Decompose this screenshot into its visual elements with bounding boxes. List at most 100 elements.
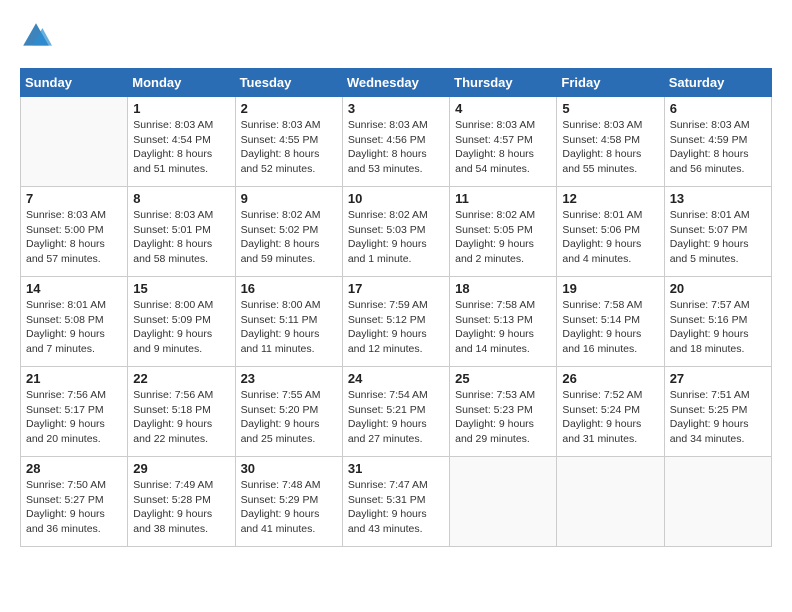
day-number: 5	[562, 101, 658, 116]
day-number: 2	[241, 101, 337, 116]
calendar-cell: 2 Sunrise: 8:03 AM Sunset: 4:55 PM Daylig…	[235, 97, 342, 187]
day-info: Sunrise: 7:57 AM Sunset: 5:16 PM Dayligh…	[670, 298, 766, 357]
calendar-cell	[664, 457, 771, 547]
calendar-cell: 28 Sunrise: 7:50 AM Sunset: 5:27 PM Dayli…	[21, 457, 128, 547]
day-info: Sunrise: 7:59 AM Sunset: 5:12 PM Dayligh…	[348, 298, 444, 357]
weekday-header-wednesday: Wednesday	[342, 69, 449, 97]
day-info: Sunrise: 7:52 AM Sunset: 5:24 PM Dayligh…	[562, 388, 658, 447]
calendar-cell: 22 Sunrise: 7:56 AM Sunset: 5:18 PM Dayli…	[128, 367, 235, 457]
logo	[20, 20, 56, 52]
day-info: Sunrise: 8:03 AM Sunset: 4:58 PM Dayligh…	[562, 118, 658, 177]
calendar-cell: 17 Sunrise: 7:59 AM Sunset: 5:12 PM Dayli…	[342, 277, 449, 367]
calendar-cell: 8 Sunrise: 8:03 AM Sunset: 5:01 PM Daylig…	[128, 187, 235, 277]
day-number: 29	[133, 461, 229, 476]
weekday-header-monday: Monday	[128, 69, 235, 97]
day-number: 24	[348, 371, 444, 386]
calendar-cell	[21, 97, 128, 187]
day-info: Sunrise: 8:03 AM Sunset: 4:54 PM Dayligh…	[133, 118, 229, 177]
day-info: Sunrise: 8:00 AM Sunset: 5:11 PM Dayligh…	[241, 298, 337, 357]
day-number: 20	[670, 281, 766, 296]
day-number: 1	[133, 101, 229, 116]
logo-icon	[20, 20, 52, 52]
calendar-cell: 11Sunrise: 8:02 AM Sunset: 5:05 PM Dayli…	[450, 187, 557, 277]
calendar-cell: 20 Sunrise: 7:57 AM Sunset: 5:16 PM Dayli…	[664, 277, 771, 367]
day-number: 30	[241, 461, 337, 476]
day-number: 31	[348, 461, 444, 476]
day-number: 27	[670, 371, 766, 386]
day-info: Sunrise: 7:56 AM Sunset: 5:17 PM Dayligh…	[26, 388, 122, 447]
day-info: Sunrise: 8:03 AM Sunset: 5:01 PM Dayligh…	[133, 208, 229, 267]
day-number: 4	[455, 101, 551, 116]
day-info: Sunrise: 7:58 AM Sunset: 5:13 PM Dayligh…	[455, 298, 551, 357]
weekday-header-saturday: Saturday	[664, 69, 771, 97]
day-number: 23	[241, 371, 337, 386]
day-number: 14	[26, 281, 122, 296]
day-number: 25	[455, 371, 551, 386]
day-number: 7	[26, 191, 122, 206]
calendar-cell: 14 Sunrise: 8:01 AM Sunset: 5:08 PM Dayli…	[21, 277, 128, 367]
calendar-cell: 10Sunrise: 8:02 AM Sunset: 5:03 PM Dayli…	[342, 187, 449, 277]
day-info: Sunrise: 7:50 AM Sunset: 5:27 PM Dayligh…	[26, 478, 122, 537]
day-number: 26	[562, 371, 658, 386]
day-number: 22	[133, 371, 229, 386]
calendar-cell: 3 Sunrise: 8:03 AM Sunset: 4:56 PM Daylig…	[342, 97, 449, 187]
calendar-cell: 23Sunrise: 7:55 AM Sunset: 5:20 PM Dayli…	[235, 367, 342, 457]
calendar-cell: 27 Sunrise: 7:51 AM Sunset: 5:25 PM Dayli…	[664, 367, 771, 457]
calendar-cell: 4 Sunrise: 8:03 AM Sunset: 4:57 PM Daylig…	[450, 97, 557, 187]
day-number: 13	[670, 191, 766, 206]
day-number: 17	[348, 281, 444, 296]
day-info: Sunrise: 8:01 AM Sunset: 5:06 PM Dayligh…	[562, 208, 658, 267]
day-info: Sunrise: 8:02 AM Sunset: 5:03 PM Dayligh…	[348, 208, 444, 267]
calendar-cell: 25 Sunrise: 7:53 AM Sunset: 5:23 PM Dayli…	[450, 367, 557, 457]
day-number: 8	[133, 191, 229, 206]
calendar-cell: 12 Sunrise: 8:01 AM Sunset: 5:06 PM Dayli…	[557, 187, 664, 277]
day-number: 28	[26, 461, 122, 476]
day-info: Sunrise: 7:53 AM Sunset: 5:23 PM Dayligh…	[455, 388, 551, 447]
calendar-cell: 13 Sunrise: 8:01 AM Sunset: 5:07 PM Dayli…	[664, 187, 771, 277]
calendar-cell: 5 Sunrise: 8:03 AM Sunset: 4:58 PM Daylig…	[557, 97, 664, 187]
day-info: Sunrise: 7:51 AM Sunset: 5:25 PM Dayligh…	[670, 388, 766, 447]
weekday-header-tuesday: Tuesday	[235, 69, 342, 97]
day-number: 12	[562, 191, 658, 206]
day-number: 6	[670, 101, 766, 116]
calendar-table: SundayMondayTuesdayWednesdayThursdayFrid…	[20, 68, 772, 547]
day-number: 3	[348, 101, 444, 116]
day-info: Sunrise: 8:01 AM Sunset: 5:07 PM Dayligh…	[670, 208, 766, 267]
calendar-cell: 21Sunrise: 7:56 AM Sunset: 5:17 PM Dayli…	[21, 367, 128, 457]
calendar-cell: 26 Sunrise: 7:52 AM Sunset: 5:24 PM Dayli…	[557, 367, 664, 457]
calendar-cell: 6 Sunrise: 8:03 AM Sunset: 4:59 PM Daylig…	[664, 97, 771, 187]
day-info: Sunrise: 8:03 AM Sunset: 4:56 PM Dayligh…	[348, 118, 444, 177]
day-info: Sunrise: 8:03 AM Sunset: 4:55 PM Dayligh…	[241, 118, 337, 177]
weekday-header-sunday: Sunday	[21, 69, 128, 97]
day-info: Sunrise: 8:02 AM Sunset: 5:05 PM Dayligh…	[455, 208, 551, 267]
day-info: Sunrise: 8:02 AM Sunset: 5:02 PM Dayligh…	[241, 208, 337, 267]
day-info: Sunrise: 8:03 AM Sunset: 5:00 PM Dayligh…	[26, 208, 122, 267]
calendar-cell: 19 Sunrise: 7:58 AM Sunset: 5:14 PM Dayli…	[557, 277, 664, 367]
day-info: Sunrise: 7:49 AM Sunset: 5:28 PM Dayligh…	[133, 478, 229, 537]
calendar-cell	[450, 457, 557, 547]
day-info: Sunrise: 8:01 AM Sunset: 5:08 PM Dayligh…	[26, 298, 122, 357]
day-info: Sunrise: 8:03 AM Sunset: 4:57 PM Dayligh…	[455, 118, 551, 177]
day-info: Sunrise: 7:56 AM Sunset: 5:18 PM Dayligh…	[133, 388, 229, 447]
day-number: 19	[562, 281, 658, 296]
calendar-cell: 16 Sunrise: 8:00 AM Sunset: 5:11 PM Dayli…	[235, 277, 342, 367]
day-info: Sunrise: 7:47 AM Sunset: 5:31 PM Dayligh…	[348, 478, 444, 537]
day-info: Sunrise: 8:03 AM Sunset: 4:59 PM Dayligh…	[670, 118, 766, 177]
day-info: Sunrise: 7:58 AM Sunset: 5:14 PM Dayligh…	[562, 298, 658, 357]
calendar-cell: 18 Sunrise: 7:58 AM Sunset: 5:13 PM Dayli…	[450, 277, 557, 367]
weekday-header-thursday: Thursday	[450, 69, 557, 97]
day-info: Sunrise: 7:48 AM Sunset: 5:29 PM Dayligh…	[241, 478, 337, 537]
calendar-cell: 15Sunrise: 8:00 AM Sunset: 5:09 PM Dayli…	[128, 277, 235, 367]
calendar-cell: 7 Sunrise: 8:03 AM Sunset: 5:00 PM Daylig…	[21, 187, 128, 277]
day-number: 16	[241, 281, 337, 296]
calendar-header: SundayMondayTuesdayWednesdayThursdayFrid…	[21, 69, 772, 97]
day-number: 9	[241, 191, 337, 206]
calendar-cell: 31 Sunrise: 7:47 AM Sunset: 5:31 PM Dayli…	[342, 457, 449, 547]
calendar-cell: 24 Sunrise: 7:54 AM Sunset: 5:21 PM Dayli…	[342, 367, 449, 457]
day-number: 18	[455, 281, 551, 296]
calendar-cell: 9 Sunrise: 8:02 AM Sunset: 5:02 PM Daylig…	[235, 187, 342, 277]
day-number: 15	[133, 281, 229, 296]
day-info: Sunrise: 7:54 AM Sunset: 5:21 PM Dayligh…	[348, 388, 444, 447]
page-header	[20, 20, 772, 52]
weekday-header-friday: Friday	[557, 69, 664, 97]
